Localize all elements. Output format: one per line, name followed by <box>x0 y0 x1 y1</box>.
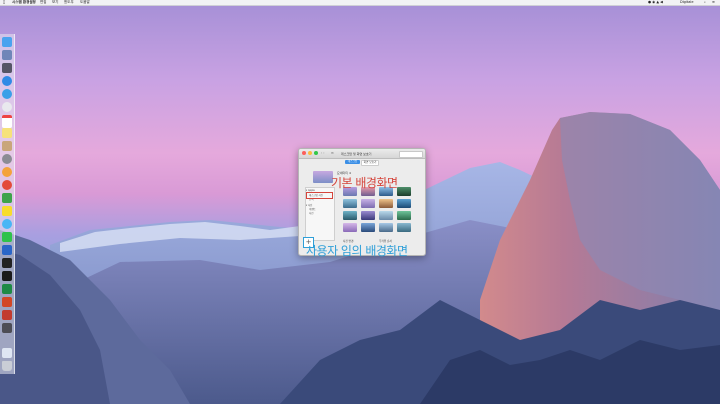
wallpaper-thumb[interactable] <box>379 199 393 208</box>
tab-desktop[interactable]: 데스크탑 <box>345 160 360 164</box>
window-title: 데스크탑 및 화면 보호기 <box>341 151 372 156</box>
default-highlight-box <box>306 192 333 199</box>
minimize-button[interactable] <box>308 151 312 155</box>
grid-icon[interactable]: ⊞ <box>331 151 334 155</box>
line-icon[interactable] <box>2 232 12 242</box>
evernote-icon[interactable] <box>2 193 12 203</box>
menu-bar:  시스템 환경설정 편집 보기 윈도우 도움말 ● ◉ ▲ ◀ Digital… <box>0 0 720 6</box>
window-titlebar: ‹ › ⊞ 데스크탑 및 화면 보호기 <box>299 149 425 159</box>
menu-edit[interactable]: 편집 <box>40 0 46 5</box>
sticky-icon[interactable] <box>2 323 12 333</box>
kakaotalk-icon[interactable] <box>2 206 12 216</box>
finder-icon[interactable] <box>2 37 12 47</box>
downloads-icon[interactable] <box>2 348 12 358</box>
sidebar-item-photos[interactable]: 사진 <box>309 211 313 215</box>
wallpaper-thumb[interactable] <box>379 223 393 232</box>
current-wallpaper-preview <box>313 171 333 183</box>
terminal-icon[interactable] <box>2 258 12 268</box>
wallpaper-thumb[interactable] <box>397 199 411 208</box>
desktop-preferences-window: ‹ › ⊞ 데스크탑 및 화면 보호기 데스크탑 화면 보호기 요세미티 4 ▾… <box>298 148 426 256</box>
wallpaper-thumb[interactable] <box>361 223 375 232</box>
search-input[interactable] <box>399 151 423 158</box>
calendar-icon[interactable] <box>2 115 12 128</box>
menu-help[interactable]: 도움말 <box>80 0 90 5</box>
menu-clock[interactable]: Digitale <box>680 0 694 5</box>
wallpaper-thumb[interactable] <box>343 199 357 208</box>
powerpoint-icon[interactable] <box>2 297 12 307</box>
excel-icon[interactable] <box>2 284 12 294</box>
wallpaper-thumb[interactable] <box>397 223 411 232</box>
wallpaper-thumb[interactable] <box>343 211 357 220</box>
notification-icon[interactable]: ≡ <box>712 0 715 5</box>
menu-window[interactable]: 윈도우 <box>64 0 74 5</box>
status-icons[interactable]: ● ◉ ▲ ◀ <box>648 0 663 5</box>
tab-screensaver[interactable]: 화면 보호기 <box>361 160 379 166</box>
notes-icon[interactable] <box>2 128 12 138</box>
wallpaper-thumb[interactable] <box>361 211 375 220</box>
zoom-button[interactable] <box>314 151 318 155</box>
chrome-icon[interactable] <box>2 180 12 190</box>
default-wallpaper-annotation: 기본 배경화면 <box>331 176 398 190</box>
close-button[interactable] <box>302 151 306 155</box>
app-store-icon[interactable] <box>2 76 12 86</box>
apple-menu-icon[interactable]:  <box>3 0 5 5</box>
wallpaper-thumb[interactable] <box>361 199 375 208</box>
photos-icon[interactable] <box>2 167 12 177</box>
launchpad-icon[interactable] <box>2 50 12 60</box>
xcode-icon[interactable] <box>2 245 12 255</box>
menu-app-name[interactable]: 시스템 환경설정 <box>12 0 36 5</box>
dock <box>0 34 15 374</box>
messages-icon[interactable] <box>2 219 12 229</box>
wallpaper-thumb[interactable] <box>379 211 393 220</box>
trash-icon[interactable] <box>2 361 12 371</box>
wallpaper-thumb[interactable] <box>397 187 411 196</box>
word-icon[interactable] <box>2 310 12 320</box>
preferences-icon[interactable] <box>2 154 12 164</box>
itunes-icon[interactable] <box>2 102 12 112</box>
activity-icon[interactable] <box>2 271 12 281</box>
safari-icon[interactable] <box>2 89 12 99</box>
custom-wallpaper-annotation: 사용자 임의 배경화면 <box>306 244 408 258</box>
menu-view[interactable]: 보기 <box>52 0 58 5</box>
photo-app-icon[interactable] <box>2 63 12 73</box>
wallpaper-thumb[interactable] <box>397 211 411 220</box>
back-forward-icon[interactable]: ‹ › <box>321 151 325 155</box>
wallpaper-thumb[interactable] <box>343 223 357 232</box>
contacts-icon[interactable] <box>2 141 12 151</box>
spotlight-icon[interactable]: ⌕ <box>704 0 706 5</box>
